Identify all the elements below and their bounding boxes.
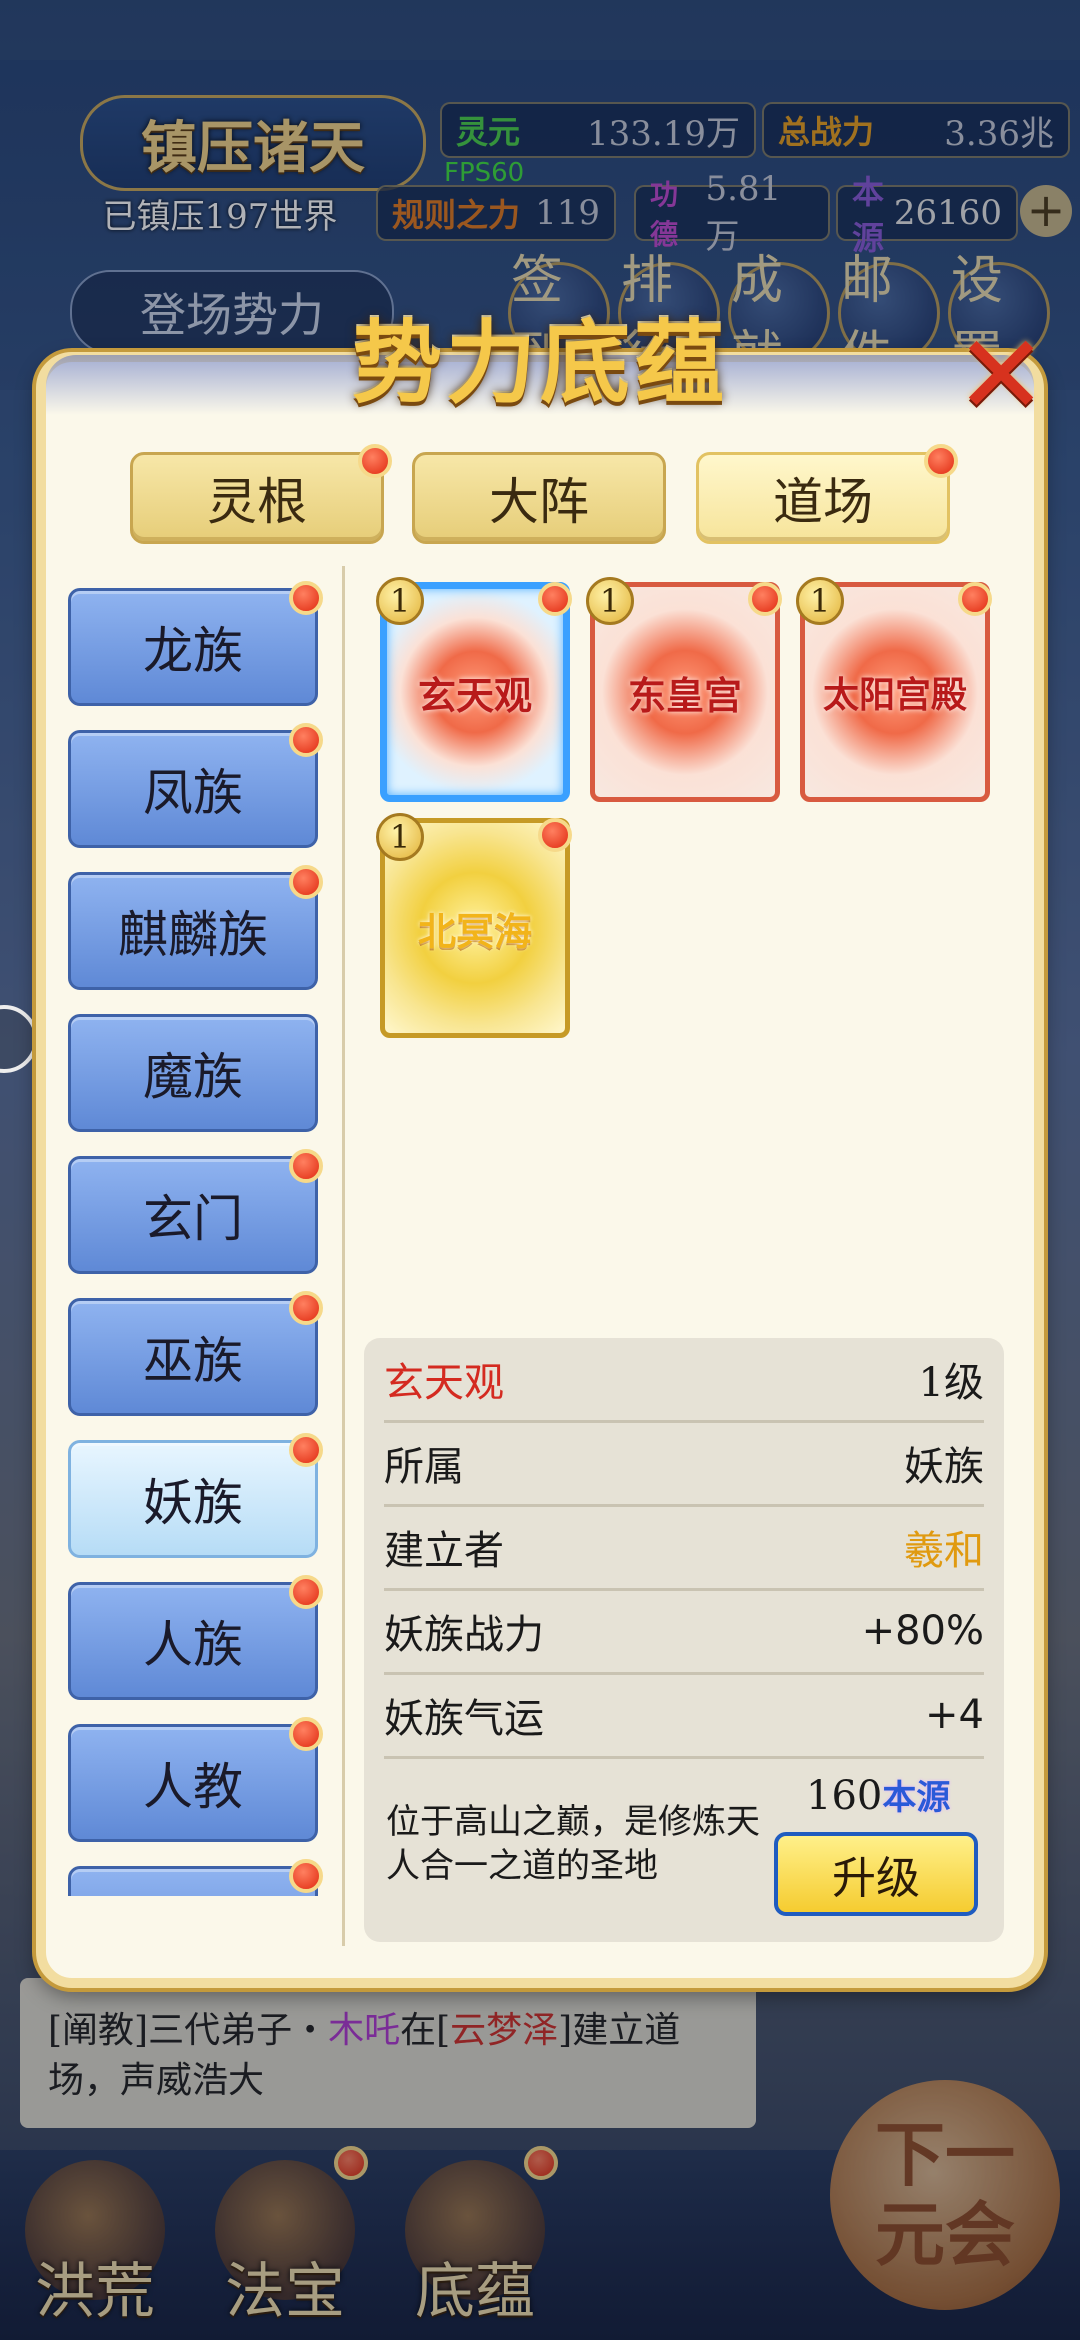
card-name: 东皇宫: [627, 672, 742, 718]
tab-daochang-dot: [924, 444, 958, 478]
faction-label: 凤族: [143, 764, 243, 822]
tab-dazhen-label: 大阵: [489, 473, 589, 531]
tab-linggen-dot: [358, 444, 392, 478]
card-dot: [748, 582, 782, 616]
faction-list[interactable]: 龙族 凤族 麒麟族 魔族 玄门 巫族 妖族 人族 人教 阐教: [66, 578, 336, 1896]
faction-item-renzu[interactable]: 人族: [68, 1575, 323, 1700]
detail-row-faction: 所属 妖族: [384, 1422, 984, 1507]
faction-label: 麒麟族: [118, 906, 268, 964]
tab-linggen[interactable]: 灵根: [130, 452, 384, 544]
faction-label: 巫族: [143, 1332, 243, 1390]
detail-label: 建立者: [384, 1528, 504, 1574]
faction-dot: [289, 865, 323, 899]
detail-row-founder: 建立者 羲和: [384, 1506, 984, 1591]
card-level-badge: 1: [796, 577, 844, 625]
faction-item-wuzu[interactable]: 巫族: [68, 1291, 323, 1416]
faction-dot: [289, 1575, 323, 1609]
detail-value: 羲和: [904, 1528, 984, 1574]
faction-dot: [289, 1433, 323, 1467]
card-name: 玄天观: [417, 672, 532, 718]
detail-value: +80%: [861, 1608, 984, 1654]
faction-label: 人教: [143, 1758, 243, 1816]
detail-value: 妖族: [904, 1444, 984, 1490]
faction-item-longzu[interactable]: 龙族: [68, 581, 323, 706]
upgrade-label: 升级: [832, 1853, 920, 1904]
upgrade-button[interactable]: 升级: [774, 1832, 978, 1916]
cost-value: 160: [806, 1773, 883, 1819]
faction-label: 龙族: [143, 622, 243, 680]
faction-item-renjiao[interactable]: 人教: [68, 1717, 323, 1842]
faction-label: 阐教: [143, 1883, 243, 1896]
detail-description: 位于高山之巅，是修炼天人合一之道的圣地: [386, 1802, 760, 1886]
faction-label: 妖族: [143, 1474, 243, 1532]
faction-label: 魔族: [143, 1048, 243, 1106]
detail-label: 所属: [384, 1444, 464, 1490]
card-dot: [538, 818, 572, 852]
tab-linggen-label: 灵根: [207, 473, 307, 531]
close-icon[interactable]: ✕: [955, 320, 1047, 430]
card-name: 太阳宫殿: [822, 674, 967, 716]
faction-dot: [289, 1859, 323, 1893]
detail-label: 妖族战力: [384, 1612, 544, 1658]
faction-item-chanjiao[interactable]: 阐教: [68, 1859, 323, 1896]
faction-item-mozu[interactable]: 魔族: [68, 1014, 318, 1132]
faction-item-yaozu[interactable]: 妖族: [68, 1433, 323, 1558]
card-name: 北冥海: [417, 908, 532, 954]
card-level-badge: 1: [376, 577, 424, 625]
cost-unit: 本源: [882, 1778, 951, 1818]
detail-label: 妖族气运: [384, 1696, 544, 1742]
faction-dot: [289, 723, 323, 757]
faction-item-xuanmen[interactable]: 玄门: [68, 1149, 323, 1274]
tab-dazhen[interactable]: 大阵: [412, 452, 666, 544]
card-level-badge: 1: [376, 813, 424, 861]
detail-name: 玄天观: [384, 1360, 504, 1406]
faction-item-fengzu[interactable]: 凤族: [68, 723, 323, 848]
detail-value: +4: [925, 1692, 984, 1738]
tab-daochang[interactable]: 道场: [696, 452, 950, 544]
faction-dot: [289, 581, 323, 615]
card-dot: [958, 582, 992, 616]
detail-header-row: 玄天观 1级: [384, 1338, 984, 1423]
upgrade-cost: 160本源: [806, 1770, 950, 1819]
detail-row-power: 妖族战力 +80%: [384, 1590, 984, 1675]
tab-daochang-label: 道场: [773, 473, 873, 531]
faction-label: 玄门: [143, 1190, 243, 1248]
detail-row-luck: 妖族气运 +4: [384, 1674, 984, 1759]
faction-dot: [289, 1717, 323, 1751]
faction-item-qilinzu[interactable]: 麒麟族: [68, 865, 323, 990]
panel-divider: [342, 566, 345, 1946]
faction-label: 人族: [143, 1616, 243, 1674]
card-level-badge: 1: [586, 577, 634, 625]
card-dot: [538, 582, 572, 616]
detail-level: 1级: [918, 1360, 984, 1406]
faction-dot: [289, 1149, 323, 1183]
panel-title: 势力底蕴: [352, 310, 728, 416]
faction-dot: [289, 1291, 323, 1325]
